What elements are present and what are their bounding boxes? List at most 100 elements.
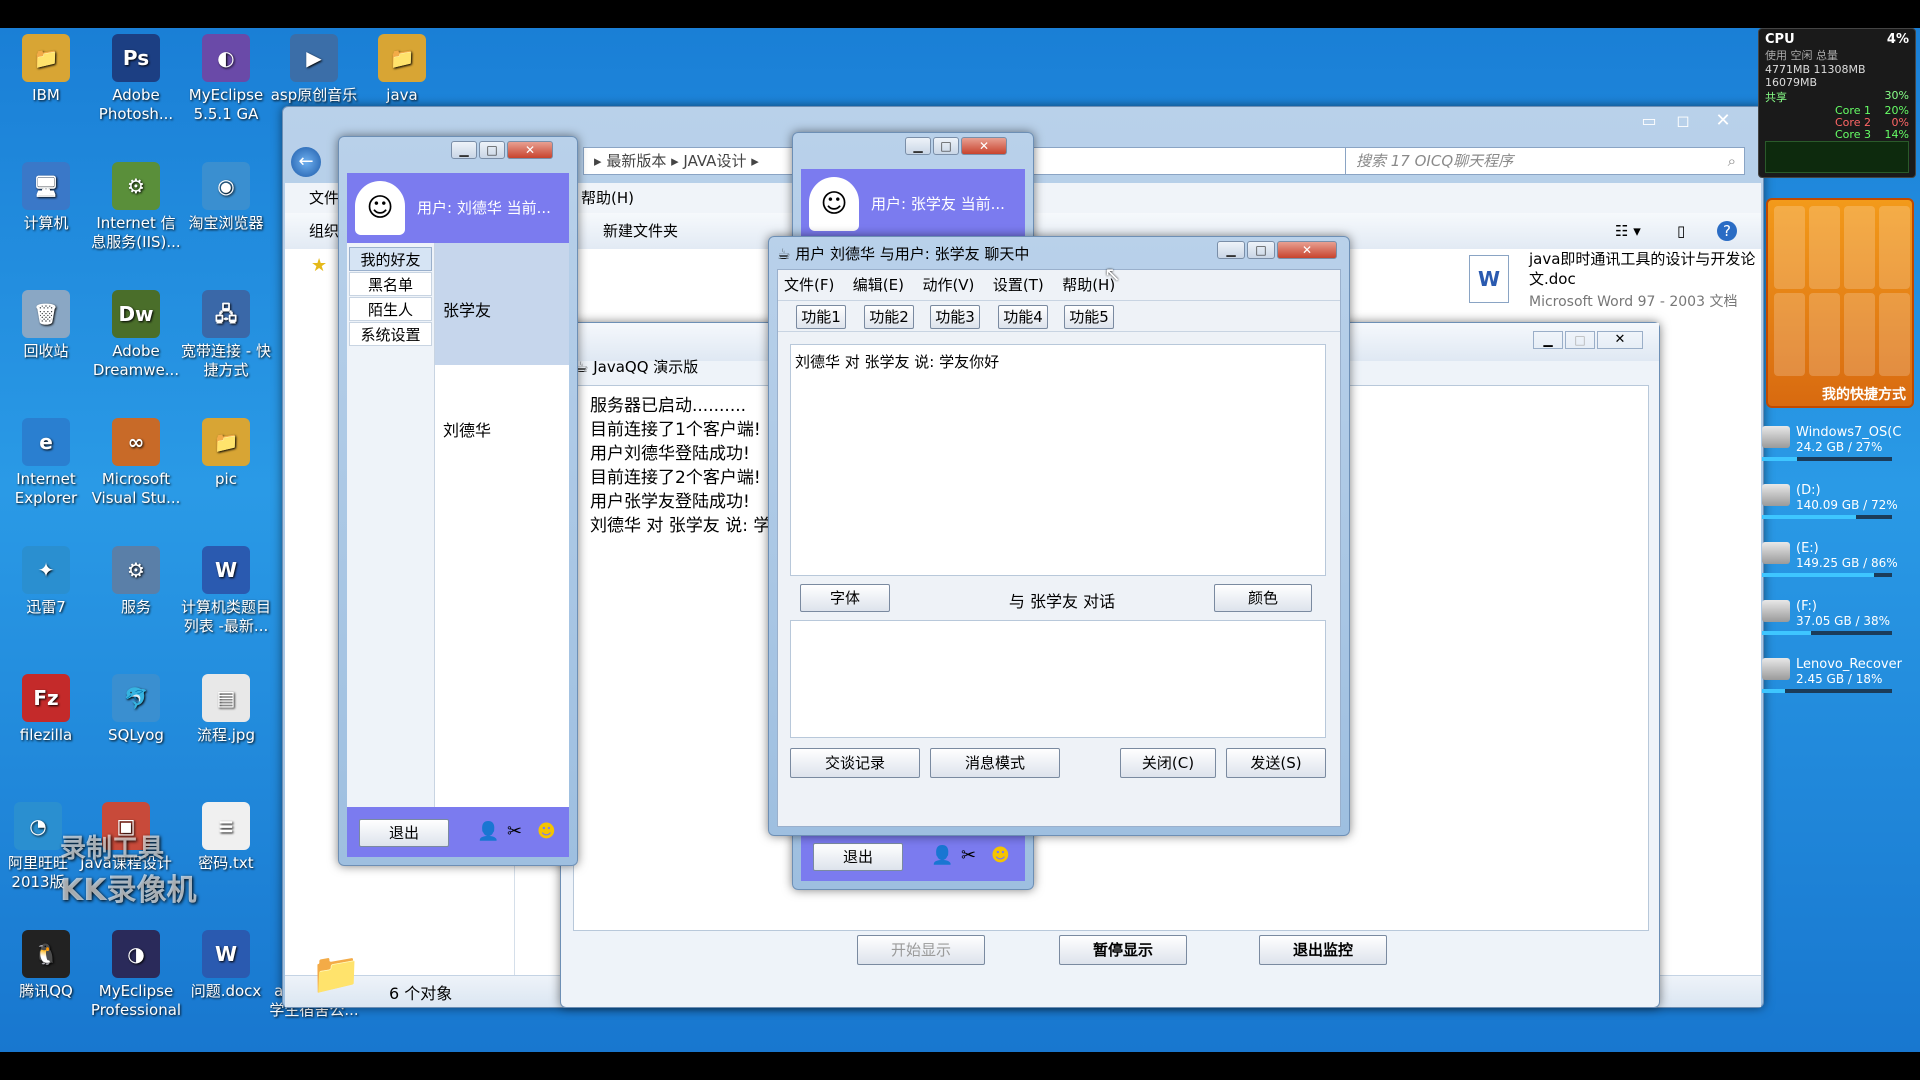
shortcut-icon[interactable] — [1879, 293, 1910, 376]
tools-icon[interactable]: ✂ — [507, 821, 522, 842]
shortcut-icon[interactable] — [1774, 206, 1805, 289]
drive-gadget[interactable]: (E:) 149.25 GB / 86% — [1762, 542, 1914, 590]
chat-minimize-button[interactable]: ▁ — [1217, 241, 1245, 259]
user-icon[interactable]: 👤 — [931, 845, 953, 866]
start-display-button[interactable]: 开始显示 — [857, 935, 985, 965]
chat-close-button[interactable]: ✕ — [1277, 241, 1337, 259]
message-mode-button[interactable]: 消息模式 — [930, 748, 1060, 778]
desktop-icon[interactable]: ◉ 淘宝浏览器 — [180, 162, 272, 233]
exit-button[interactable]: 退出 — [813, 843, 903, 871]
server-minimize-button[interactable]: ▁ — [1533, 331, 1563, 349]
back-button[interactable]: ← — [291, 147, 321, 177]
menu-file[interactable]: 文件 — [309, 189, 339, 207]
preview-pane-icon[interactable]: ▯ — [1677, 213, 1685, 249]
shortcut-icon[interactable] — [1774, 293, 1805, 376]
menu-file[interactable]: 文件(F) — [784, 272, 834, 298]
desktop-icon[interactable]: ◑ MyEclipse Professional — [90, 930, 182, 1020]
desktop-icon[interactable]: W 计算机类题目列表 -最新... — [180, 546, 272, 636]
client-left-minimize-button[interactable]: ▁ — [451, 141, 477, 159]
organize-button[interactable]: 组织 — [309, 222, 339, 240]
smiley-icon[interactable]: ☻ — [537, 821, 556, 842]
breadcrumb-item[interactable]: JAVA设计 — [683, 152, 746, 170]
desktop-icon[interactable]: 🖧 宽带连接 - 快捷方式 — [180, 290, 272, 380]
explorer-close-button[interactable]: ✕ — [1703, 112, 1743, 131]
exit-button[interactable]: 退出 — [359, 819, 449, 847]
drive-gadget[interactable]: Windows7_OS(C 24.2 GB / 27% — [1762, 426, 1914, 474]
explorer-maximize-button[interactable]: ◻ — [1669, 113, 1697, 131]
drive-gadget[interactable]: (D:) 140.09 GB / 72% — [1762, 484, 1914, 532]
desktop-icon[interactable]: ✦ 迅雷7 — [0, 546, 92, 617]
server-maximize-button[interactable]: □ — [1565, 331, 1595, 349]
explorer-minimize-button[interactable]: ▭ — [1635, 113, 1663, 131]
user-icon[interactable]: 👤 — [477, 821, 499, 842]
function-3-button[interactable]: 功能3 — [930, 305, 980, 329]
shortcut-icon[interactable] — [1809, 293, 1840, 376]
help-icon[interactable]: ? — [1717, 221, 1737, 241]
breadcrumb-sep: ▸ — [751, 152, 759, 170]
tab-blacklist[interactable]: 黑名单 — [349, 272, 432, 296]
tab-my-friends[interactable]: 我的好友 — [349, 247, 432, 271]
friend-name: 刘德华 — [443, 421, 492, 440]
drive-usage-fill — [1762, 515, 1856, 519]
client-right-close-button[interactable]: ✕ — [961, 137, 1007, 155]
menu-settings[interactable]: 设置(T) — [993, 272, 1044, 298]
shortcut-icon[interactable] — [1879, 206, 1910, 289]
server-close-button[interactable]: ✕ — [1597, 331, 1643, 349]
desktop-icon[interactable]: e Internet Explorer — [0, 418, 92, 508]
breadcrumb-item[interactable]: 最新版本 — [606, 152, 666, 170]
tab-strangers[interactable]: 陌生人 — [349, 297, 432, 321]
font-button[interactable]: 字体 — [800, 584, 890, 612]
message-input[interactable] — [790, 620, 1326, 738]
menu-action[interactable]: 动作(V) — [922, 272, 974, 298]
friend-item-selected[interactable]: 张学友 — [435, 243, 569, 365]
desktop-icon[interactable]: ◐ MyEclipse 5.5.1 GA — [180, 34, 272, 124]
tab-settings[interactable]: 系统设置 — [349, 322, 432, 346]
desktop-icon[interactable]: 📁 pic — [180, 418, 272, 489]
desktop-icon[interactable]: 🐬 SQLyog — [90, 674, 182, 745]
new-folder-button[interactable]: 新建文件夹 — [603, 213, 678, 249]
desktop-icon[interactable]: Dw Adobe Dreamwe... — [90, 290, 182, 380]
chat-history[interactable]: 刘德华 对 张学友 说: 学友你好 — [790, 344, 1326, 576]
client-right-minimize-button[interactable]: ▁ — [905, 137, 931, 155]
client-left-maximize-button[interactable]: □ — [479, 141, 505, 159]
shortcut-icon[interactable] — [1844, 206, 1875, 289]
drive-gadget[interactable]: Lenovo_Recover 2.45 GB / 18% — [1762, 658, 1914, 706]
function-5-button[interactable]: 功能5 — [1064, 305, 1114, 329]
tools-icon[interactable]: ✂ — [961, 845, 976, 866]
menu-help[interactable]: 帮助(H) — [581, 183, 634, 213]
desktop-icon[interactable]: ⚙ Internet 信息服务(IIS)... — [90, 162, 182, 252]
search-input[interactable]: 搜索 17 OICQ聊天程序 ⌕ — [1345, 147, 1745, 175]
view-options-icon[interactable]: ☷ ▾ — [1615, 213, 1641, 249]
drive-gadget[interactable]: (F:) 37.05 GB / 38% — [1762, 600, 1914, 648]
close-chat-button[interactable]: 关闭(C) — [1120, 748, 1216, 778]
desktop-icon[interactable]: Fz filezilla — [0, 674, 92, 745]
client-right-maximize-button[interactable]: □ — [933, 137, 959, 155]
pause-display-button[interactable]: 暂停显示 — [1059, 935, 1187, 965]
color-button[interactable]: 颜色 — [1214, 584, 1312, 612]
word-doc-item[interactable]: W java即时通讯工具的设计与开发论文.doc Microsoft Word … — [1469, 249, 1759, 310]
drive-info: (F:) 37.05 GB / 38% — [1796, 600, 1908, 628]
desktop-icon[interactable]: Ps Adobe Photosh... — [90, 34, 182, 124]
chat-maximize-button[interactable]: □ — [1247, 241, 1275, 259]
function-4-button[interactable]: 功能4 — [998, 305, 1048, 329]
desktop-icon[interactable]: 🐧 腾讯QQ — [0, 930, 92, 1001]
function-2-button[interactable]: 功能2 — [864, 305, 914, 329]
function-1-button[interactable]: 功能1 — [796, 305, 846, 329]
chat-records-button[interactable]: 交谈记录 — [790, 748, 920, 778]
shortcut-icon[interactable] — [1809, 206, 1840, 289]
exit-monitor-button[interactable]: 退出监控 — [1259, 935, 1387, 965]
desktop-icon[interactable]: 🗑 回收站 — [0, 290, 92, 361]
desktop-icon[interactable]: 🖥 计算机 — [0, 162, 92, 233]
menu-edit[interactable]: 编辑(E) — [853, 272, 904, 298]
desktop-icon[interactable]: 📁 IBM — [0, 34, 92, 105]
shortcut-icon[interactable] — [1844, 293, 1875, 376]
desktop-icon[interactable]: ⚙ 服务 — [90, 546, 182, 617]
friend-item[interactable]: 刘德华 — [435, 365, 569, 489]
desktop-icon[interactable]: W 问题.docx — [180, 930, 272, 1001]
desktop-icon[interactable]: ▤ 流程.jpg — [180, 674, 272, 745]
smiley-icon[interactable]: ☻ — [991, 845, 1010, 866]
send-button[interactable]: 发送(S) — [1226, 748, 1326, 778]
desktop-icon[interactable]: ∞ Microsoft Visual Stu... — [90, 418, 182, 508]
desktop-icon[interactable]: 📁 java — [356, 34, 448, 105]
client-left-close-button[interactable]: ✕ — [507, 141, 553, 159]
